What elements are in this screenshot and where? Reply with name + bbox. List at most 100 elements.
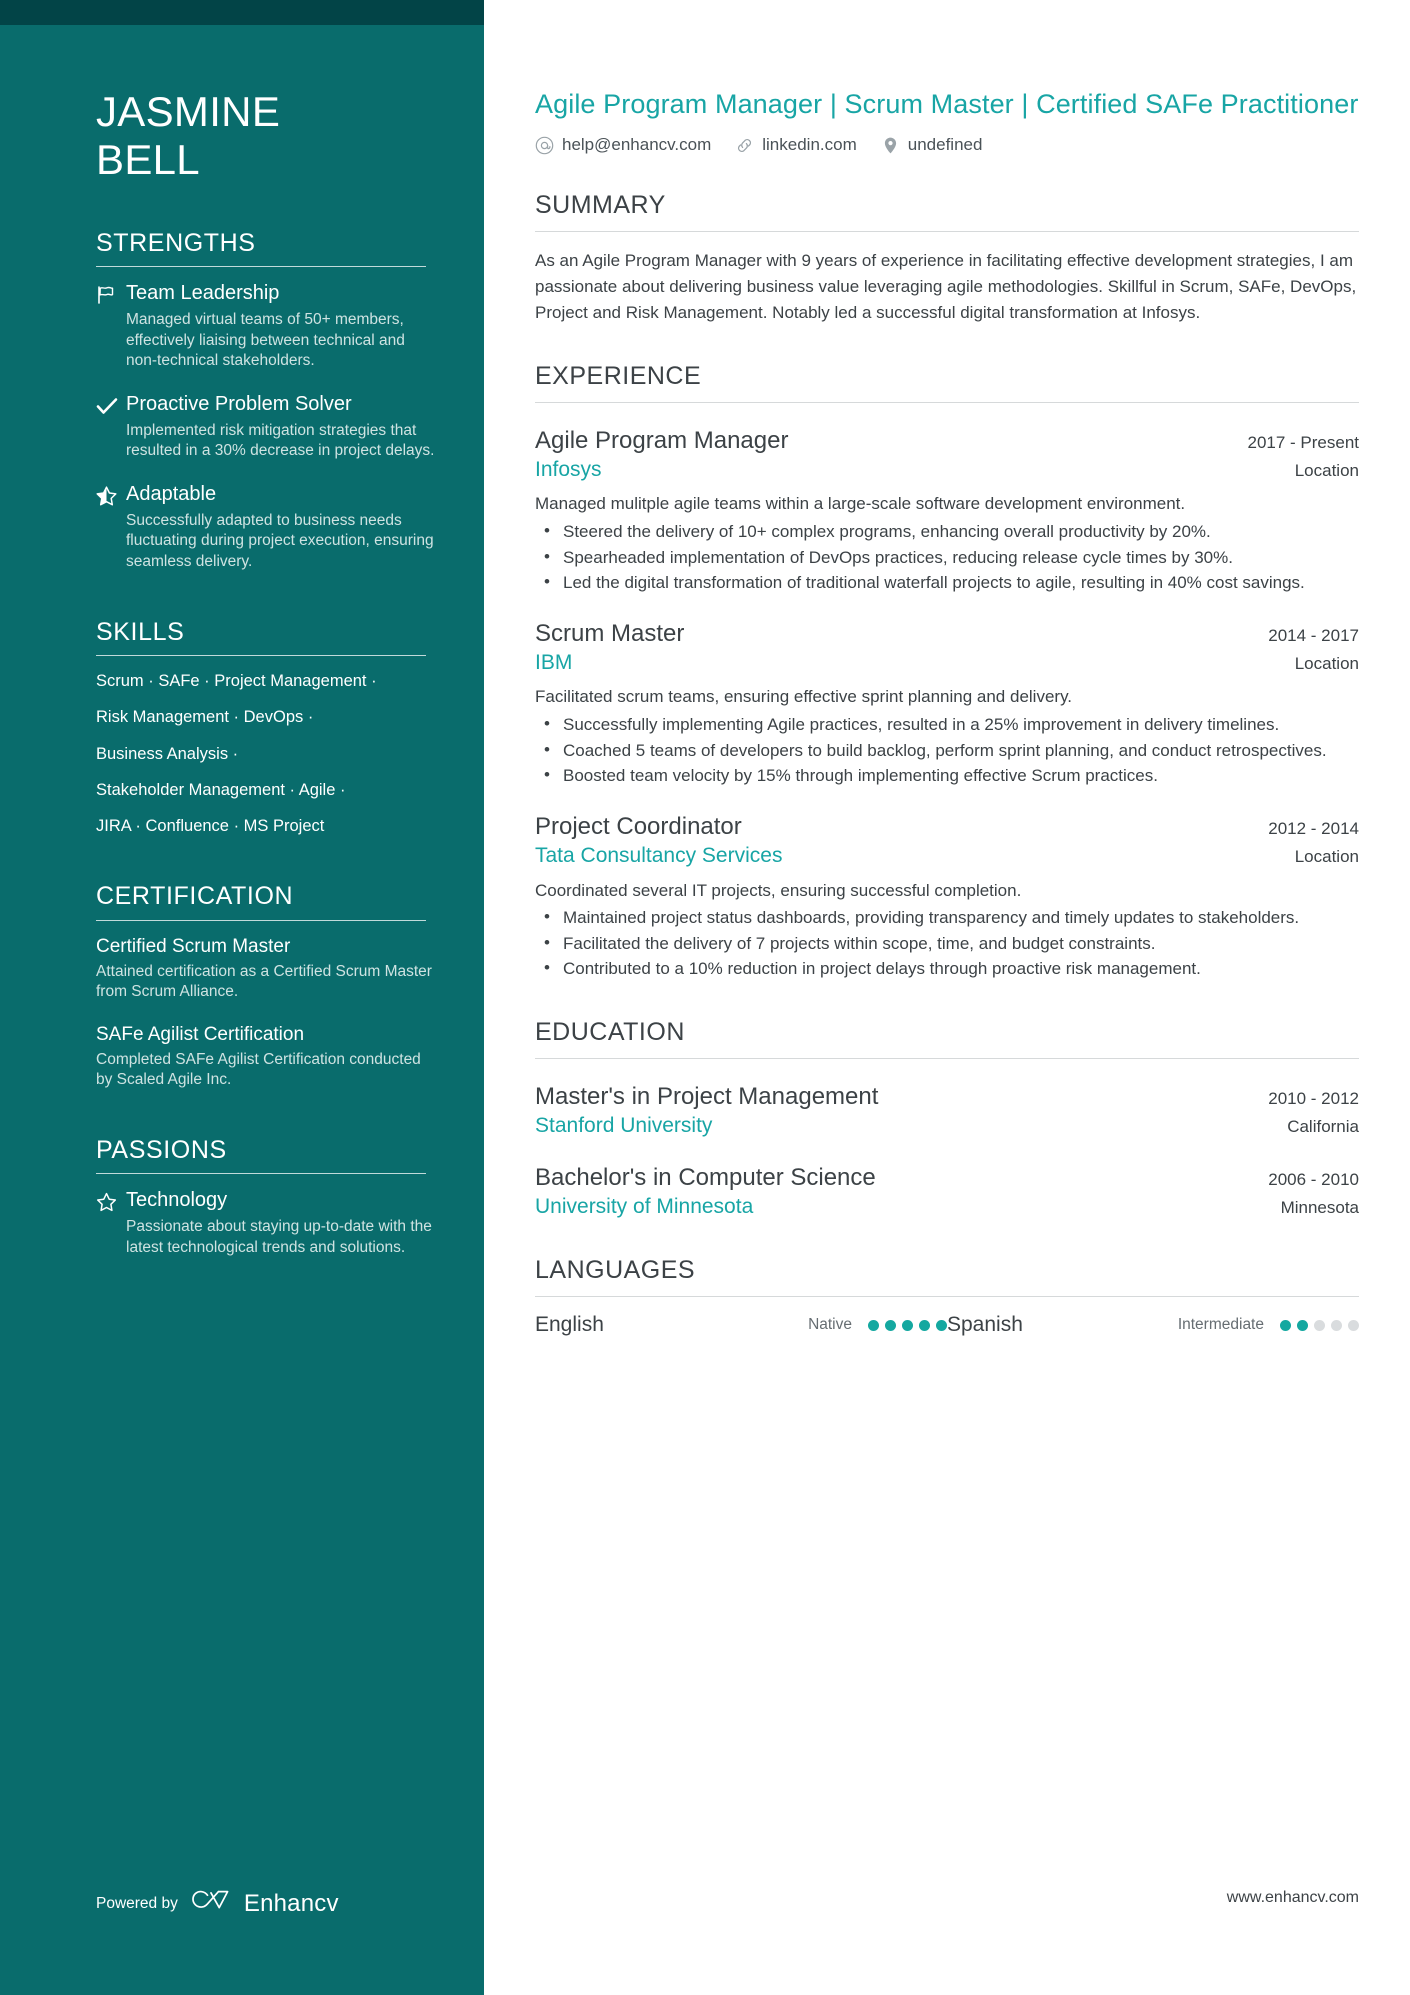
link-icon xyxy=(735,136,754,155)
rating-dot xyxy=(885,1319,896,1331)
section-skills: SKILLS Scrum · SAFe · Project Management… xyxy=(96,617,436,838)
at-icon xyxy=(535,136,554,155)
strength-title: Adaptable xyxy=(126,482,217,505)
experience-bullet: Contributed to a 10% reduction in projec… xyxy=(535,956,1359,982)
strength-title: Team Leadership xyxy=(126,282,280,305)
experience-company[interactable]: IBM xyxy=(535,649,572,676)
section-certification: CERTIFICATION Certified Scrum Master Att… xyxy=(96,883,436,1090)
certification-title: Certified Scrum Master xyxy=(96,935,291,957)
star-outline-icon xyxy=(96,1188,126,1212)
check-icon xyxy=(96,392,126,416)
certification-heading: CERTIFICATION xyxy=(96,882,294,911)
language-name: Spanish xyxy=(947,1313,1023,1337)
rating-dot xyxy=(936,1319,947,1331)
experience-company-row: IBM Location xyxy=(535,649,1359,676)
strength-desc: Successfully adapted to business needs f… xyxy=(126,511,434,570)
resume-page: JASMINE BELL STRENGTHS Team Leadership M… xyxy=(0,0,1410,1995)
section-passions: PASSIONS Technology Passionate about sta… xyxy=(96,1136,436,1259)
experience-entry: Project Coordinator 2012 - 2014 Tata Con… xyxy=(535,811,1359,982)
rating-dot xyxy=(1314,1319,1325,1331)
certification-item: SAFe Agilist Certification Completed SAF… xyxy=(96,1023,436,1091)
enhancv-brand: Enhancv xyxy=(191,1888,339,1919)
education-entry: Bachelor's in Computer Science 2006 - 20… xyxy=(535,1162,1359,1220)
language-level: Native xyxy=(808,1316,852,1334)
powered-by-label: Powered by xyxy=(96,1894,178,1912)
sidebar: JASMINE BELL STRENGTHS Team Leadership M… xyxy=(0,0,484,1995)
education-heading: EDUCATION xyxy=(535,1018,685,1047)
strength-item: Team Leadership Managed virtual teams of… xyxy=(96,281,436,372)
education-school[interactable]: Stanford University xyxy=(535,1112,712,1139)
strengths-heading: STRENGTHS xyxy=(96,228,256,257)
experience-company[interactable]: Infosys xyxy=(535,456,602,483)
strengths-divider xyxy=(96,266,426,268)
experience-bullet: Led the digital transformation of tradit… xyxy=(535,570,1359,596)
education-title-row: Bachelor's in Computer Science 2006 - 20… xyxy=(535,1162,1359,1193)
experience-company-row: Infosys Location xyxy=(535,456,1359,483)
powered-by-footer: Powered by Enhancv xyxy=(96,1888,339,1919)
education-degree: Master's in Project Management xyxy=(535,1083,879,1111)
contact-linkedin[interactable]: linkedin.com xyxy=(735,135,857,155)
experience-company-row: Tata Consultancy Services Location xyxy=(535,842,1359,869)
experience-bullet: Maintained project status dashboards, pr… xyxy=(535,905,1359,931)
experience-description: Managed mulitple agile teams within a la… xyxy=(535,494,1186,514)
experience-title: Scrum Master xyxy=(535,619,685,647)
experience-bullet: Steered the delivery of 10+ complex prog… xyxy=(535,519,1359,545)
rating-dot xyxy=(1297,1319,1308,1331)
language-rating xyxy=(868,1319,947,1331)
skills-heading: SKILLS xyxy=(96,617,185,646)
enhancv-logo-icon xyxy=(191,1888,235,1919)
sidebar-content: JASMINE BELL STRENGTHS Team Leadership M… xyxy=(96,0,436,1278)
passion-title: Technology xyxy=(126,1189,228,1212)
rating-dot xyxy=(1331,1319,1342,1331)
strength-body: Proactive Problem Solver Implemented ris… xyxy=(126,392,436,462)
first-name: JASMINE xyxy=(96,88,281,135)
experience-divider xyxy=(535,401,1359,403)
passion-desc: Passionate about staying up-to-date with… xyxy=(126,1218,432,1256)
experience-bullet: Spearheaded implementation of DevOps pra… xyxy=(535,545,1359,571)
experience-date: 2017 - Present xyxy=(1247,432,1359,452)
strength-item: Proactive Problem Solver Implemented ris… xyxy=(96,392,436,462)
strength-item: Adaptable Successfully adapted to busine… xyxy=(96,482,436,573)
summary-heading: SUMMARY xyxy=(535,191,666,220)
enhancv-wordmark: Enhancv xyxy=(243,1889,339,1917)
language-level: Intermediate xyxy=(1177,1316,1264,1334)
experience-title-row: Project Coordinator 2012 - 2014 xyxy=(535,811,1359,842)
site-url: www.enhancv.com xyxy=(1226,1889,1359,1906)
rating-dot xyxy=(868,1319,879,1331)
experience-bullet: Coached 5 teams of developers to build b… xyxy=(535,738,1359,764)
experience-entry: Agile Program Manager 2017 - Present Inf… xyxy=(535,425,1359,596)
contact-location[interactable]: undefined xyxy=(881,135,982,155)
passions-divider xyxy=(96,1173,426,1175)
skills-line: Scrum · SAFe · Project Management · xyxy=(96,672,377,691)
skills-line: JIRA · Confluence · MS Project xyxy=(96,817,325,836)
experience-location: Location xyxy=(1294,654,1359,674)
experience-company[interactable]: Tata Consultancy Services xyxy=(535,842,782,869)
education-entry: Master's in Project Management 2010 - 20… xyxy=(535,1081,1359,1139)
strength-desc: Managed virtual teams of 50+ members, ef… xyxy=(126,311,405,370)
education-school[interactable]: University of Minnesota xyxy=(535,1193,753,1220)
contact-email-text: help@enhancv.com xyxy=(562,135,712,155)
experience-date: 2012 - 2014 xyxy=(1268,819,1359,839)
experience-bullets: Steered the delivery of 10+ complex prog… xyxy=(535,519,1359,596)
certification-desc: Completed SAFe Agilist Certification con… xyxy=(96,1050,421,1089)
flag-icon xyxy=(96,281,126,305)
map-pin-icon xyxy=(881,136,900,155)
summary-divider xyxy=(535,231,1359,233)
contact-email[interactable]: help@enhancv.com xyxy=(535,135,711,155)
skills-divider xyxy=(96,655,426,657)
skills-line: Risk Management · DevOps · xyxy=(96,708,314,727)
rating-dot xyxy=(1280,1319,1291,1331)
last-name: BELL xyxy=(96,135,200,183)
languages-heading: LANGUAGES xyxy=(535,1256,696,1285)
education-school-row: Stanford University California xyxy=(535,1112,1359,1139)
certification-item: Certified Scrum Master Attained certific… xyxy=(96,935,436,1003)
certification-desc: Attained certification as a Certified Sc… xyxy=(96,962,432,1001)
languages-row: English Native Spanish Intermediate xyxy=(535,1313,1359,1337)
contact-linkedin-text: linkedin.com xyxy=(762,135,857,155)
language-item: Spanish Intermediate xyxy=(947,1313,1359,1337)
certification-divider xyxy=(96,919,426,921)
education-divider xyxy=(535,1058,1359,1060)
rating-dot xyxy=(1348,1319,1359,1331)
section-summary: SUMMARY As an Agile Program Manager with… xyxy=(535,191,1359,325)
skills-line: Business Analysis · xyxy=(96,744,239,763)
